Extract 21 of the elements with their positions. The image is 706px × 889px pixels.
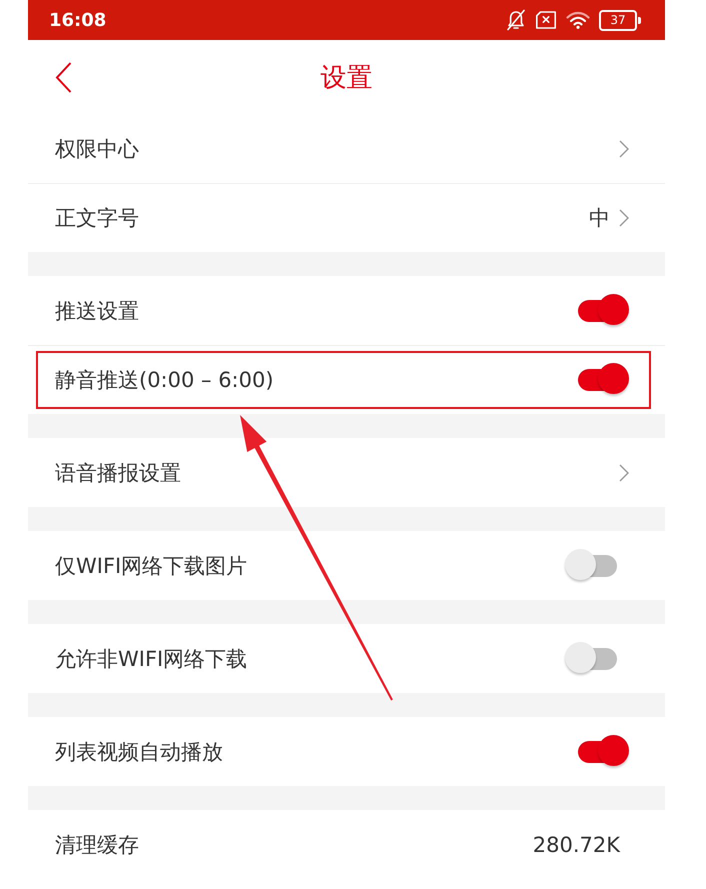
setting-label: 语音播报设置 [55,460,181,486]
bell-slash-icon [506,9,526,31]
chevron-right-icon [619,464,629,482]
chevron-right-icon [619,140,629,158]
chevron-left-icon [55,62,72,92]
setting-label: 清理缓存 [55,832,139,858]
sim-card-x-icon [535,11,557,29]
setting-label: 允许非WIFI网络下载 [55,646,248,672]
page-title: 设置 [320,62,372,94]
setting-label: 权限中心 [55,136,139,162]
setting-value: 280.72K [532,832,620,856]
setting-label: 仅WIFI网络下载图片 [55,552,248,580]
setting-label: 推送设置 [55,298,139,324]
status-time: 16:08 [49,10,106,30]
back-button[interactable] [55,62,72,92]
wifi-icon [566,11,590,29]
setting-label: 正文字号 [55,205,139,232]
chevron-right-icon [619,209,629,227]
setting-value: 中 [589,205,610,232]
setting-label: 列表视频自动播放 [55,738,223,766]
setting-label: 静音推送(0:00 – 6:00) [55,367,274,394]
